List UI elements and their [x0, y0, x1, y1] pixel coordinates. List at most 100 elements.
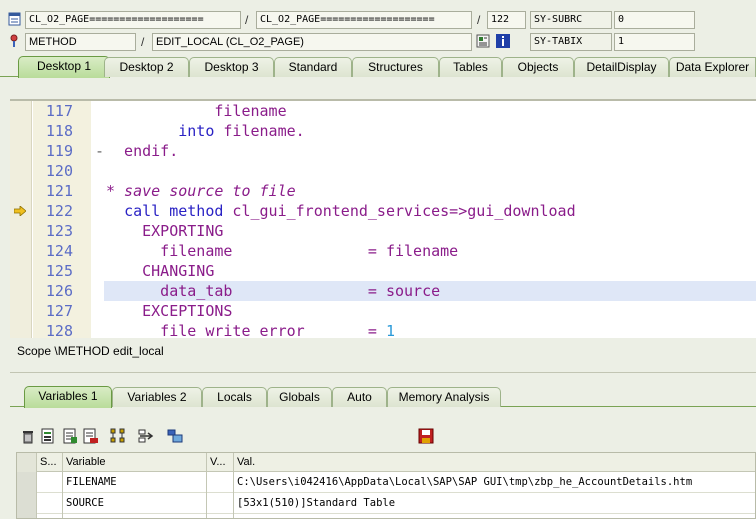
method-icon	[10, 34, 18, 47]
column-header-v[interactable]: V...	[207, 453, 234, 472]
line-number: 122	[45, 202, 73, 220]
tab-desktop-2[interactable]: Desktop 2	[104, 57, 189, 77]
tab-objects[interactable]: Objects	[502, 57, 574, 77]
v-cell	[207, 493, 234, 514]
move-icon[interactable]	[138, 428, 154, 444]
row-selector[interactable]	[17, 514, 37, 518]
code-text: data_tab = source	[106, 282, 441, 300]
save-icon[interactable]	[418, 428, 434, 444]
source-code-editor[interactable]: 117 filename 118 into filename. 119 - en…	[10, 99, 756, 338]
line-number: 119	[45, 142, 73, 160]
code-line-119: 119 - endif.	[10, 141, 756, 161]
column-header-s[interactable]: S...	[37, 453, 63, 472]
variable-cell[interactable]: FILENAME	[63, 472, 207, 493]
method-name-field[interactable]: EDIT_LOCAL (CL_O2_PAGE)	[152, 33, 472, 51]
delete-row-icon[interactable]	[82, 428, 98, 444]
table-row[interactable]: SOURCE [53x1(510)]Standard Table	[17, 493, 755, 514]
code-line-125: 125 CHANGING	[10, 261, 756, 281]
code-text: filename	[106, 102, 287, 120]
code-text: EXPORTING	[106, 222, 224, 240]
code-text: CHANGING	[106, 262, 215, 280]
sy-tabix-label: SY-TABIX	[530, 33, 612, 51]
line-number: 123	[45, 222, 73, 240]
tab-desktop-1[interactable]: Desktop 1	[18, 56, 110, 78]
column-header-variable[interactable]: Variable	[63, 453, 207, 472]
splitter[interactable]	[10, 372, 756, 375]
code-text: call method cl_gui_frontend_services=>gu…	[124, 202, 576, 220]
line-number: 126	[45, 282, 73, 300]
code-line-123: 123 EXPORTING	[10, 221, 756, 241]
v-cell	[207, 472, 234, 493]
structure-icon[interactable]	[167, 428, 183, 444]
tab-desktop-3[interactable]: Desktop 3	[189, 57, 274, 77]
line-number: 120	[45, 162, 73, 180]
tab-variables-1[interactable]: Variables 1	[24, 386, 112, 408]
variables-tabstrip: Variables 1 Variables 2 Locals Globals A…	[10, 385, 756, 408]
row-selector[interactable]	[17, 493, 37, 514]
variable-cell[interactable]	[63, 514, 207, 518]
program-field[interactable]: CL_O2_PAGE===================	[25, 11, 241, 29]
code-comment: * save source to file	[106, 182, 296, 200]
value-cell[interactable]: C:\Users\i042416\AppData\Local\SAP\SAP G…	[234, 472, 755, 493]
code-text: into filename.	[178, 122, 305, 140]
current-statement-arrow-icon	[14, 206, 26, 216]
column-header-value[interactable]: Val.	[234, 453, 755, 472]
status-cell	[37, 514, 63, 518]
code-text: file_write_error = 1	[106, 322, 395, 338]
code-line-122: 122 call method cl_gui_frontend_services…	[10, 201, 756, 221]
tab-standard[interactable]: Standard	[274, 57, 352, 77]
code-text: EXCEPTIONS	[106, 302, 233, 320]
tab-globals[interactable]: Globals	[267, 387, 332, 407]
program-icon	[8, 12, 21, 26]
variable-cell[interactable]: SOURCE	[63, 493, 207, 514]
delete-icon[interactable]	[20, 428, 36, 444]
code-line-126: 126 data_tab = source	[10, 281, 756, 301]
v-cell	[207, 514, 234, 518]
sy-subrc-value[interactable]: 0	[614, 11, 695, 29]
separator-slash: /	[141, 35, 145, 49]
tab-data-explorer[interactable]: Data Explorer	[669, 57, 756, 77]
tab-variables-2[interactable]: Variables 2	[112, 387, 202, 407]
line-number: 118	[45, 122, 73, 140]
expand-all-icon[interactable]	[110, 428, 126, 444]
tab-detail-display[interactable]: DetailDisplay	[574, 57, 669, 77]
code-line-127: 127 EXCEPTIONS	[10, 301, 756, 321]
code-line-124: 124 filename = filename	[10, 241, 756, 261]
info-icon[interactable]	[496, 34, 510, 48]
tab-auto[interactable]: Auto	[332, 387, 387, 407]
column-header-status[interactable]	[17, 453, 37, 472]
line-number: 125	[45, 262, 73, 280]
code-text: endif.	[106, 142, 179, 160]
sy-tabix-value[interactable]: 1	[614, 33, 695, 51]
tab-locals[interactable]: Locals	[202, 387, 267, 407]
table-row[interactable]	[17, 514, 755, 518]
value-cell[interactable]	[234, 514, 755, 518]
code-text: filename = filename	[106, 242, 459, 260]
value-cell[interactable]: [53x1(510)]Standard Table	[234, 493, 755, 514]
insert-variable-icon[interactable]	[40, 428, 56, 444]
grid-header: S... Variable V... Val.	[17, 453, 755, 472]
line-number: 121	[45, 182, 73, 200]
separator-slash: /	[477, 13, 481, 27]
row-selector[interactable]	[17, 472, 37, 493]
details-icon[interactable]	[62, 428, 78, 444]
tab-tables[interactable]: Tables	[439, 57, 502, 77]
line-number: 124	[45, 242, 73, 260]
separator-slash: /	[245, 13, 249, 27]
scope-label: Scope \METHOD edit_local	[17, 344, 164, 358]
object-type-field[interactable]: METHOD	[25, 33, 136, 51]
code-line-118: 118 into filename.	[10, 121, 756, 141]
include-field[interactable]: CL_O2_PAGE===================	[256, 11, 472, 29]
fold-marker[interactable]: -	[95, 141, 104, 161]
display-object-icon[interactable]	[476, 34, 490, 48]
sy-subrc-label: SY-SUBRC	[530, 11, 612, 29]
line-number-field[interactable]: 122	[487, 11, 526, 29]
code-line-117: 117 filename	[10, 101, 756, 121]
code-line-120: 120	[10, 161, 756, 181]
tab-structures[interactable]: Structures	[352, 57, 439, 77]
status-cell	[37, 472, 63, 493]
tab-memory-analysis[interactable]: Memory Analysis	[387, 387, 501, 407]
variables-grid: S... Variable V... Val. FILENAME C:\User…	[16, 452, 756, 519]
table-row[interactable]: FILENAME C:\Users\i042416\AppData\Local\…	[17, 472, 755, 493]
line-number: 128	[45, 322, 73, 338]
